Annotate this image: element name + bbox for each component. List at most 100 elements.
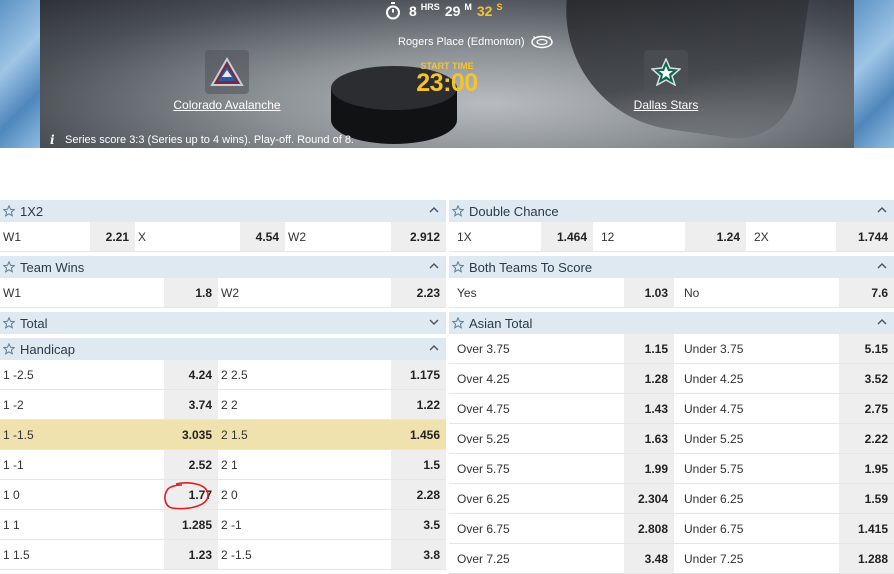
favorite-star-icon[interactable] xyxy=(452,261,464,273)
odds-button[interactable]: 2.912 xyxy=(391,222,446,251)
outcome-label: Over 6.25 xyxy=(457,491,510,506)
odds-button[interactable]: 1.59 xyxy=(839,484,894,513)
market-header-asian-total[interactable]: Asian Total xyxy=(449,312,894,334)
outcome-label: W1 xyxy=(3,229,21,244)
outcome-label: 2 -1 xyxy=(221,517,242,532)
outcome-label: 2 1.5 xyxy=(218,420,391,449)
favorite-star-icon[interactable] xyxy=(3,261,15,273)
odds-button[interactable]: 3.52 xyxy=(839,364,894,393)
markets-left-column: 1X2 W1 2.21 X 4.54 W2 2.912 Team Wins W1… xyxy=(0,200,446,570)
chevron-up-icon[interactable] xyxy=(429,344,439,352)
odds-button[interactable]: 1.415 xyxy=(839,514,894,543)
chevron-up-icon[interactable] xyxy=(877,262,887,270)
odds-button[interactable]: 1.99 xyxy=(624,454,674,483)
odds-button[interactable]: 1.77 xyxy=(164,480,218,509)
odds-button[interactable]: 2.808 xyxy=(624,514,674,543)
odds-button[interactable]: 2.28 xyxy=(391,480,446,509)
favorite-star-icon[interactable] xyxy=(452,317,464,329)
odds-row-highlighted: 1 -1.5 3.035 2 1.5 1.456 xyxy=(0,420,446,450)
chevron-up-icon[interactable] xyxy=(429,262,439,270)
odds-button[interactable]: 3.74 xyxy=(164,390,218,419)
outcome-label: Over 4.75 xyxy=(457,401,510,416)
outcome-label: Over 5.75 xyxy=(457,461,510,476)
stars-logo-icon xyxy=(651,58,681,86)
favorite-star-icon[interactable] xyxy=(3,343,15,355)
odds-button[interactable]: 1.464 xyxy=(541,222,593,251)
odds-button[interactable]: 1.95 xyxy=(839,454,894,483)
outcome-label: 1 -2 xyxy=(3,397,24,412)
chevron-down-icon[interactable] xyxy=(429,318,439,326)
odds-row: 1 -2.5 4.24 2 2.5 1.175 xyxy=(0,360,446,390)
odds-button[interactable]: 2.22 xyxy=(839,424,894,453)
markets-right-column: Double Chance 1X 1.464 12 1.24 2X 1.744 … xyxy=(449,200,894,574)
odds-row: W1 1.8 W2 2.23 xyxy=(0,278,446,308)
odds-row: 1X 1.464 12 1.24 2X 1.744 xyxy=(449,222,894,252)
market-header-1x2[interactable]: 1X2 xyxy=(0,200,446,222)
outcome-label: Under 4.75 xyxy=(684,401,744,416)
away-team[interactable]: Dallas Stars xyxy=(626,50,706,112)
odds-button[interactable]: 1.285 xyxy=(164,510,218,539)
odds-button[interactable]: 2.75 xyxy=(839,394,894,423)
odds-row: W1 2.21 X 4.54 W2 2.912 xyxy=(0,222,446,252)
outcome-label: Under 3.75 xyxy=(684,341,744,356)
chevron-up-icon[interactable] xyxy=(877,318,887,326)
minutes-value: 29 xyxy=(444,3,461,19)
seconds-unit: S xyxy=(496,2,503,12)
outcome-label: Over 6.75 xyxy=(457,521,510,536)
odds-button[interactable]: 1.456 xyxy=(391,420,446,449)
outcome-label: 2 2.5 xyxy=(221,367,248,382)
market-title: 1X2 xyxy=(20,203,44,219)
odds-button[interactable]: 1.28 xyxy=(624,364,674,393)
home-team-name[interactable]: Colorado Avalanche xyxy=(173,98,280,112)
market-title: Asian Total xyxy=(469,315,533,331)
outcome-label: 1 0 xyxy=(3,487,20,502)
outcome-label: 1 1 xyxy=(3,517,20,532)
outcome-label: 2 -1.5 xyxy=(221,547,252,562)
odds-button[interactable]: 7.6 xyxy=(839,278,894,307)
odds-button[interactable]: 1.15 xyxy=(624,334,674,363)
odds-button[interactable]: 1.8 xyxy=(164,278,218,307)
odds-button[interactable]: 1.43 xyxy=(624,394,674,423)
odds-row: 1 0 1.77 2 0 2.28 xyxy=(0,480,446,510)
favorite-star-icon[interactable] xyxy=(452,205,464,217)
match-banner: 8 HRS 29 M 32 S Rogers Place (Edmonton) … xyxy=(0,0,894,148)
odds-button[interactable]: 3.035 xyxy=(164,420,218,449)
outcome-label: 2X xyxy=(754,229,769,244)
outcome-label: W2 xyxy=(288,229,306,244)
odds-button[interactable]: 1.23 xyxy=(164,540,218,569)
odds-button[interactable]: 2.304 xyxy=(624,484,674,513)
favorite-star-icon[interactable] xyxy=(3,205,15,217)
odds-button[interactable]: 1.175 xyxy=(391,360,446,389)
chevron-up-icon[interactable] xyxy=(429,206,439,214)
odds-row: 1 1.5 1.23 2 -1.5 3.8 xyxy=(0,540,446,570)
home-team[interactable]: Colorado Avalanche xyxy=(172,50,282,112)
market-header-total[interactable]: Total xyxy=(0,312,446,334)
odds-button[interactable]: 2.21 xyxy=(90,222,135,251)
odds-button[interactable]: 1.63 xyxy=(624,424,674,453)
away-team-name[interactable]: Dallas Stars xyxy=(634,98,699,112)
market-title: Double Chance xyxy=(469,203,559,219)
odds-row: Over 3.75 1.15 Under 3.75 5.15 xyxy=(449,334,894,364)
outcome-label: 1 -2.5 xyxy=(3,367,34,382)
market-header-team-wins[interactable]: Team Wins xyxy=(0,256,446,278)
outcome-label: W2 xyxy=(221,285,239,300)
market-header-both-teams-to-score[interactable]: Both Teams To Score xyxy=(449,256,894,278)
outcome-label: 2 1 xyxy=(221,457,238,472)
chevron-up-icon[interactable] xyxy=(877,206,887,214)
odds-button[interactable]: 1.22 xyxy=(391,390,446,419)
market-header-handicap[interactable]: Handicap xyxy=(0,338,446,360)
odds-button[interactable]: 4.24 xyxy=(164,360,218,389)
odds-button[interactable]: 4.54 xyxy=(240,222,285,251)
market-header-double-chance[interactable]: Double Chance xyxy=(449,200,894,222)
odds-button[interactable]: 1.24 xyxy=(685,222,746,251)
hours-value: 8 xyxy=(409,3,417,19)
odds-button[interactable]: 5.15 xyxy=(839,334,894,363)
favorite-star-icon[interactable] xyxy=(3,317,15,329)
odds-button[interactable]: 1.744 xyxy=(836,222,894,251)
odds-button[interactable]: 2.23 xyxy=(391,278,446,307)
odds-button[interactable]: 1.03 xyxy=(624,278,674,307)
odds-button[interactable]: 3.5 xyxy=(391,510,446,539)
odds-button[interactable]: 3.8 xyxy=(391,540,446,569)
odds-button[interactable]: 1.5 xyxy=(391,450,446,479)
odds-button[interactable]: 2.52 xyxy=(164,450,218,479)
